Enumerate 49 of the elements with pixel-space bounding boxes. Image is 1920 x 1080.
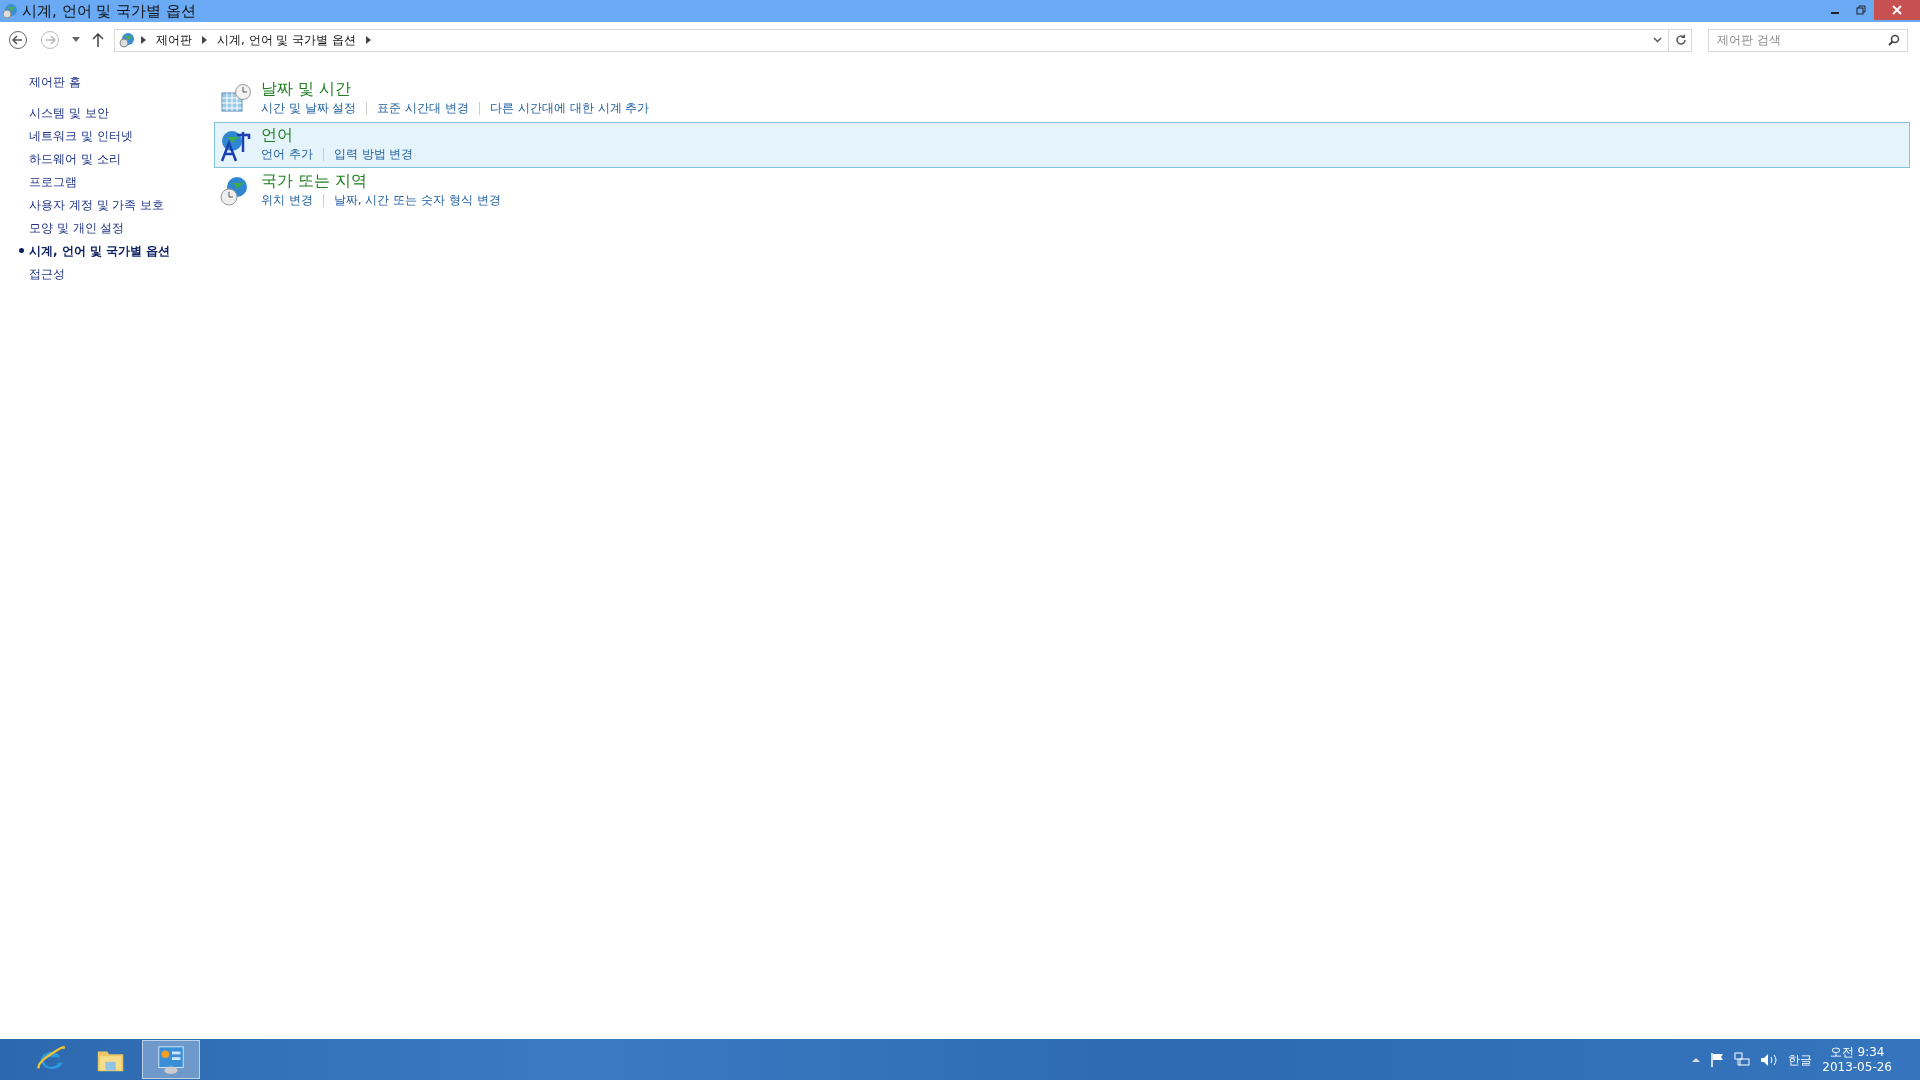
breadcrumb-item[interactable]: 제어판 (154, 31, 194, 49)
sidebar-link[interactable]: 하드웨어 및 소리 (29, 147, 121, 170)
breadcrumb-arrow-icon[interactable] (141, 36, 146, 44)
close-button[interactable] (1874, 0, 1920, 20)
sidebar-link[interactable]: 제어판 홈 (29, 70, 214, 93)
task-link[interactable]: 표준 시간대 변경 (377, 99, 470, 117)
refresh-icon[interactable] (1675, 34, 1687, 46)
task-link[interactable]: 날짜, 시간 또는 숫자 형식 변경 (333, 191, 501, 209)
breadcrumb-arrow-icon[interactable] (366, 36, 372, 44)
control-panel-icon (155, 1043, 187, 1076)
sidebar-link[interactable]: 모양 및 개인 설정 (29, 216, 125, 239)
task-link[interactable]: 시간 및 날짜 설정 (261, 99, 357, 117)
task-link[interactable]: 언어 추가 (261, 145, 313, 163)
close-icon (1892, 5, 1902, 15)
clock-date: 2013-05-26 (1822, 1059, 1892, 1075)
chevron-down-icon[interactable] (1653, 37, 1662, 43)
breadcrumb-item[interactable]: 시계, 언어 및 국가별 옵션 (215, 31, 359, 49)
clock-time: 오전 9:34 (1829, 1044, 1885, 1060)
window-title: 시계, 언어 및 국가별 옵션 (22, 0, 196, 22)
dropdown-icon[interactable] (72, 37, 80, 43)
flag-icon[interactable] (1710, 1052, 1725, 1067)
task-link[interactable]: 위치 변경 (261, 191, 313, 209)
sidebar-link[interactable]: 접근성 (29, 262, 65, 285)
sidebar-link[interactable]: 네트워크 및 인터넷 (29, 124, 133, 147)
sidebar-link[interactable]: 프로그램 (29, 170, 77, 193)
globe-letter-icon[interactable] (219, 129, 253, 163)
minimize-icon (1831, 12, 1839, 14)
network-icon[interactable] (1734, 1052, 1751, 1067)
search-icon[interactable] (1888, 33, 1900, 46)
task-link[interactable]: 다른 시간대에 대한 시계 추가 (490, 99, 650, 117)
task-link[interactable]: 입력 방법 변경 (333, 145, 414, 163)
address-bar[interactable]: 제어판 시계, 언어 및 국가별 옵션 (114, 28, 1692, 52)
sidebar-link[interactable]: 사용자 계정 및 가족 보호 (29, 193, 165, 216)
up-arrow-icon[interactable] (92, 33, 104, 47)
speaker-icon[interactable] (1760, 1052, 1779, 1067)
category-title[interactable]: 날짜 및 시간 (261, 79, 352, 98)
taskbar-button[interactable] (142, 1040, 200, 1079)
chevron-up-icon[interactable] (1692, 1057, 1701, 1062)
globe-clock-icon (2, 3, 18, 19)
restore-icon (1856, 5, 1866, 15)
breadcrumb-arrow-icon[interactable] (202, 36, 207, 44)
search-field[interactable]: 제어판 검색 (1708, 28, 1908, 52)
input-method-indicator[interactable]: 한글 (1788, 1050, 1813, 1069)
category-title[interactable]: 국가 또는 지역 (261, 171, 368, 190)
back-icon[interactable] (8, 30, 28, 50)
category-title[interactable]: 언어 (261, 125, 293, 144)
sidebar-link[interactable]: 시스템 및 보안 (29, 101, 109, 124)
globe-clock-icon (119, 32, 135, 48)
sidebar-link[interactable]: 시계, 언어 및 국가별 옵션 (29, 239, 171, 262)
